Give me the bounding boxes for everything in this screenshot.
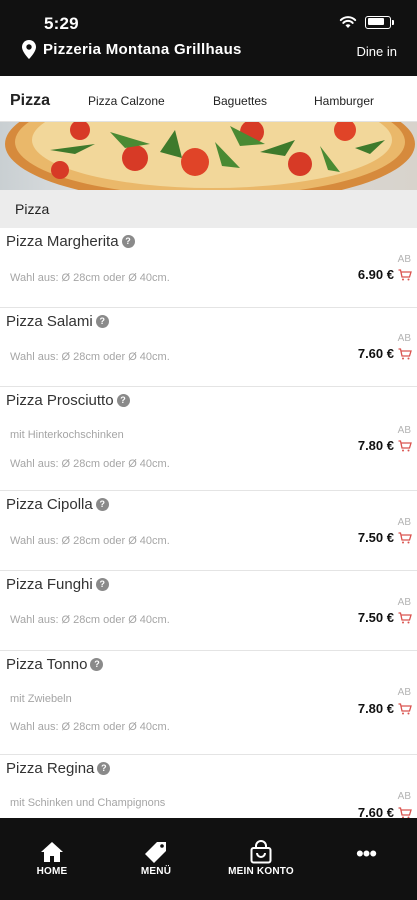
menu-item[interactable]: Pizza Prosciutto ? mit Hinterkochschinke…: [0, 387, 417, 491]
menu-item-name: Pizza Tonno: [6, 656, 88, 673]
menu-item-price: 7.80 €: [357, 438, 394, 453]
price-prefix: AB: [397, 425, 411, 436]
nav-more[interactable]: •••: [346, 818, 386, 900]
menu-item-title: Pizza Tonno ?: [6, 656, 104, 673]
info-icon[interactable]: ?: [116, 394, 130, 407]
menu-item[interactable]: Pizza Funghi ? Wahl aus: Ø 28cm oder Ø 4…: [0, 571, 417, 651]
price-prefix: AB: [397, 254, 411, 265]
app-header: 5:29 Pizzeria Montana Grillhaus Dine in: [0, 0, 417, 76]
menu-item[interactable]: Pizza Margherita ? Wahl aus: Ø 28cm oder…: [0, 228, 417, 308]
wifi-icon: [339, 16, 357, 28]
menu-item-name: Pizza Funghi: [6, 576, 93, 593]
menu-item-description: Wahl aus: Ø 28cm oder Ø 40cm.: [10, 614, 170, 626]
menu-item-price: 6.90 €: [357, 267, 394, 282]
location-pin-icon[interactable]: [22, 40, 36, 59]
menu-item-price: 7.60 €: [357, 346, 394, 361]
section-title: Pizza: [15, 201, 50, 217]
tab-pizza[interactable]: Pizza: [10, 76, 50, 122]
info-icon[interactable]: ?: [95, 578, 109, 591]
dine-in-mode-button[interactable]: Dine in: [357, 44, 397, 59]
nav-account[interactable]: MEIN KONTO: [219, 818, 303, 900]
category-tabs: Pizza Pizza Calzone Baguettes Hamburger: [0, 76, 417, 122]
menu-item-list: Pizza Margherita ? Wahl aus: Ø 28cm oder…: [0, 228, 417, 855]
tag-icon: [145, 842, 166, 863]
menu-item-description: Wahl aus: Ø 28cm oder Ø 40cm.: [10, 721, 170, 733]
pizza-illustration: [5, 122, 415, 190]
price-prefix: AB: [397, 791, 411, 802]
cart-icon[interactable]: [398, 702, 412, 715]
price-row[interactable]: 7.80 €: [358, 701, 412, 716]
menu-item-title: Pizza Regina ?: [6, 760, 111, 777]
menu-item-name: Pizza Salami: [6, 313, 93, 330]
cart-icon[interactable]: [398, 439, 412, 452]
shopping-bag-icon: [250, 840, 272, 864]
price-row[interactable]: 7.80 €: [358, 438, 412, 453]
nav-label: MENÜ: [140, 866, 172, 877]
cart-icon[interactable]: [398, 611, 412, 624]
menu-item-price: 7.50 €: [357, 610, 394, 625]
menu-item-description: mit Hinterkochschinken: [10, 429, 124, 441]
menu-item[interactable]: Pizza Tonno ? mit Zwiebeln Wahl aus: Ø 2…: [0, 651, 417, 755]
price-prefix: AB: [397, 687, 411, 698]
section-header: Pizza: [0, 190, 417, 228]
price-prefix: AB: [397, 517, 411, 528]
tab-baguettes[interactable]: Baguettes: [213, 76, 267, 122]
menu-item-name: Pizza Cipolla: [6, 496, 93, 513]
price-row[interactable]: 7.50 €: [358, 530, 412, 545]
nav-menu[interactable]: MENÜ: [134, 818, 178, 900]
menu-item-name: Pizza Regina: [6, 760, 95, 777]
price-row[interactable]: 7.50 €: [358, 610, 412, 625]
menu-item-description: Wahl aus: Ø 28cm oder Ø 40cm.: [10, 272, 170, 284]
bottom-navigation: HOME MENÜ MEIN KONTO •••: [0, 818, 417, 900]
tab-hamburger[interactable]: Hamburger: [314, 76, 374, 122]
info-icon[interactable]: ?: [90, 658, 104, 671]
price-row[interactable]: 7.60 €: [358, 346, 412, 361]
more-icon: •••: [355, 841, 377, 866]
menu-item-description: mit Zwiebeln: [10, 693, 72, 705]
menu-item-price: 7.80 €: [357, 701, 394, 716]
info-icon[interactable]: ?: [97, 762, 111, 775]
info-icon[interactable]: ?: [121, 235, 135, 248]
cart-icon[interactable]: [398, 347, 412, 360]
home-icon: [41, 842, 63, 862]
cart-icon[interactable]: [398, 531, 412, 544]
nav-label: HOME: [36, 866, 68, 877]
menu-item-description: Wahl aus: Ø 28cm oder Ø 40cm.: [10, 351, 170, 363]
menu-item-title: Pizza Salami ?: [6, 313, 109, 330]
cart-icon[interactable]: [398, 806, 412, 819]
menu-item-description: mit Schinken und Champignons: [10, 797, 166, 809]
menu-item[interactable]: Pizza Salami ? Wahl aus: Ø 28cm oder Ø 4…: [0, 308, 417, 387]
nav-label: MEIN KONTO: [228, 866, 294, 877]
menu-item-title: Pizza Prosciutto ?: [6, 392, 130, 409]
menu-item-title: Pizza Funghi ?: [6, 576, 109, 593]
menu-item-price: 7.50 €: [357, 530, 394, 545]
price-prefix: AB: [397, 597, 411, 608]
menu-item-description: Wahl aus: Ø 28cm oder Ø 40cm.: [10, 535, 170, 547]
info-icon[interactable]: ?: [95, 315, 109, 328]
tab-pizza-calzone[interactable]: Pizza Calzone: [88, 76, 165, 122]
menu-item-title: Pizza Cipolla ?: [6, 496, 109, 513]
menu-item-name: Pizza Margherita: [6, 233, 119, 250]
battery-level: [367, 18, 384, 25]
status-time: 5:29: [44, 14, 79, 33]
status-icons: [339, 15, 394, 29]
pizza-banner-image: [0, 122, 417, 190]
menu-item-name: Pizza Prosciutto: [6, 392, 114, 409]
info-icon[interactable]: ?: [95, 498, 109, 511]
menu-item-title: Pizza Margherita ?: [6, 233, 135, 250]
restaurant-name[interactable]: Pizzeria Montana Grillhaus: [43, 41, 242, 58]
battery-icon: [365, 15, 394, 29]
cart-icon[interactable]: [398, 268, 412, 281]
menu-item[interactable]: Pizza Cipolla ? Wahl aus: Ø 28cm oder Ø …: [0, 491, 417, 571]
price-prefix: AB: [397, 333, 411, 344]
nav-home[interactable]: HOME: [30, 818, 74, 900]
menu-item-description: Wahl aus: Ø 28cm oder Ø 40cm.: [10, 458, 170, 470]
price-row[interactable]: 6.90 €: [358, 267, 412, 282]
